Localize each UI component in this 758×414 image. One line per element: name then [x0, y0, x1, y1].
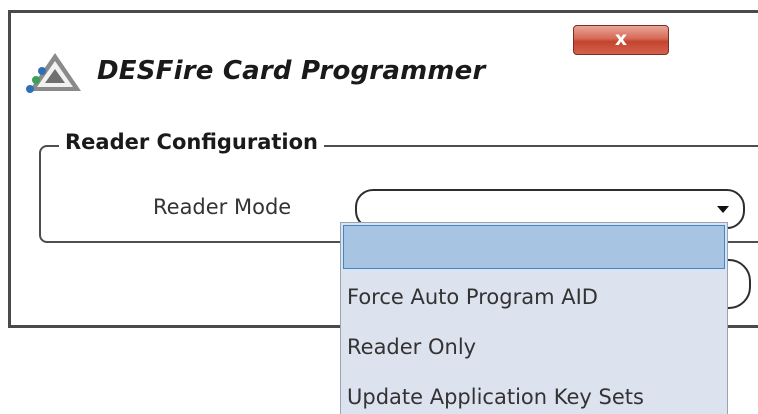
- dropdown-option-reader-only[interactable]: Reader Only: [347, 335, 476, 359]
- reader-mode-dropdown-list: Force Auto Program AID Reader Only Updat…: [340, 222, 728, 414]
- window-title: DESFire Card Programmer: [97, 56, 486, 86]
- triangle-logo-icon: [26, 53, 81, 93]
- dropdown-option-update-application-key-sets[interactable]: Update Application Key Sets: [347, 385, 644, 409]
- title-bar[interactable]: DESFire Card Programmer x: [11, 13, 758, 103]
- dropdown-option-force-auto-program-aid[interactable]: Force Auto Program AID: [347, 285, 598, 309]
- chevron-down-icon[interactable]: [717, 206, 729, 213]
- group-title: Reader Configuration: [59, 130, 325, 154]
- close-icon: x: [614, 28, 628, 50]
- close-button[interactable]: x: [573, 25, 669, 55]
- dropdown-option-empty[interactable]: [343, 225, 725, 269]
- reader-mode-label: Reader Mode: [153, 195, 292, 219]
